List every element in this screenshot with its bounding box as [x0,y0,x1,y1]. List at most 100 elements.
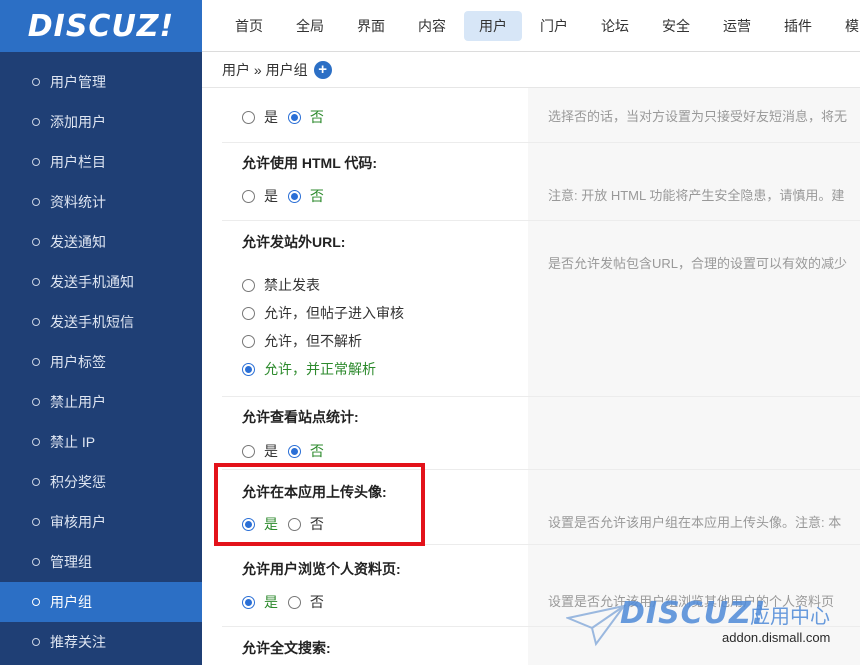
radio-allow-review[interactable]: 允许，但帖子进入审核 [242,303,404,323]
sidebar-item-send-mobile-notice[interactable]: 发送手机通知 [0,262,202,302]
sidebar-item-user-manage[interactable]: 用户管理 [0,62,202,102]
sidebar-menu: 用户管理 添加用户 用户栏目 资料统计 发送通知 发送手机通知 发送手机短信 用… [0,62,202,662]
sidebar-item-label: 积分奖惩 [50,474,106,490]
setting-row: 允许使用 HTML 代码: 是 否 注意: 开放 HTML 功能将产生安全隐患，… [222,143,860,220]
bullet-icon [32,518,40,526]
radio-button[interactable] [242,110,255,124]
radio-group: 是 否 [242,441,330,461]
sidebar-item-label: 发送通知 [50,234,106,250]
setting-description [528,397,860,469]
sidebar-item-label: 发送手机通知 [50,274,134,290]
radio-allow-noparse[interactable]: 允许，但不解析 [242,331,404,351]
radio-button[interactable] [242,278,255,292]
radio-yes[interactable]: 是 [242,441,278,461]
radio-no[interactable]: 否 [287,592,324,612]
sidebar-item-label: 用户标签 [50,354,106,370]
bullet-icon [32,358,40,366]
bullet-icon [32,78,40,86]
tab-home[interactable]: 首页 [220,11,278,41]
sidebar-item-user-tags[interactable]: 用户标签 [0,342,202,382]
tab-interface[interactable]: 界面 [342,11,400,41]
tab-forum[interactable]: 论坛 [586,11,644,41]
bullet-icon [32,598,40,606]
tab-plugins[interactable]: 插件 [769,11,827,41]
discuz-logo[interactable]: DISCUZ! [0,0,202,52]
radio-button[interactable] [242,189,255,203]
setting-row: 允许查看站点统计: 是 否 [222,397,860,469]
sidebar-item-recommend-follow[interactable]: 推荐关注 [0,622,202,662]
radio-allow-parse[interactable]: 允许，并正常解析 [242,359,404,379]
bullet-icon [32,438,40,446]
bullet-icon [32,398,40,406]
radio-yes[interactable]: 是 [242,514,278,534]
setting-label: 允许使用 HTML 代码: [242,155,378,171]
setting-label: 允许查看站点统计: [242,409,359,425]
radio-yes[interactable]: 是 [242,186,278,206]
radio-button[interactable] [287,517,301,531]
setting-description [528,627,860,665]
radio-button[interactable] [242,595,255,609]
tab-global[interactable]: 全局 [281,11,339,41]
bullet-icon [32,558,40,566]
radio-button[interactable] [287,444,301,458]
radio-group: 禁止发表 允许，但帖子进入审核 允许，但不解析 允许，并正常解析 [242,275,410,387]
sidebar-item-ban-ip[interactable]: 禁止 IP [0,422,202,462]
sidebar-item-user-fields[interactable]: 用户栏目 [0,142,202,182]
sidebar-item-user-groups[interactable]: 用户组 [0,582,202,622]
radio-button[interactable] [242,444,255,458]
bullet-icon [32,318,40,326]
tab-operations[interactable]: 运营 [708,11,766,41]
sidebar-item-send-notice[interactable]: 发送通知 [0,222,202,262]
sidebar-item-admin-groups[interactable]: 管理组 [0,542,202,582]
top-nav: 首页 全局 界面 内容 用户 门户 论坛 安全 运营 插件 模 [202,0,860,52]
radio-no[interactable]: 否 [287,441,324,461]
sidebar-item-credits[interactable]: 积分奖惩 [0,462,202,502]
setting-row: 是 否 选择否的话，当对方设置为只接受好友短消息，将无 [222,88,860,142]
bullet-icon [32,198,40,206]
sidebar-item-ban-user[interactable]: 禁止用户 [0,382,202,422]
radio-no[interactable]: 否 [287,186,324,206]
setting-label: 允许用户浏览个人资料页: [242,561,401,577]
bullet-icon [32,478,40,486]
radio-button[interactable] [242,362,255,376]
radio-no[interactable]: 否 [287,107,324,127]
logo-text: DISCUZ! [27,8,175,44]
sidebar-item-add-user[interactable]: 添加用户 [0,102,202,142]
sidebar-item-label: 审核用户 [50,514,106,530]
tab-portal[interactable]: 门户 [525,11,583,41]
bullet-icon [32,278,40,286]
breadcrumb: 用户 » 用户组 + [202,52,860,88]
radio-button[interactable] [242,306,255,320]
sidebar-item-moderate-users[interactable]: 审核用户 [0,502,202,542]
radio-button[interactable] [287,595,301,609]
tab-security[interactable]: 安全 [647,11,705,41]
tab-users[interactable]: 用户 [464,10,522,41]
plus-circle-icon[interactable]: + [313,60,332,79]
radio-button[interactable] [242,334,255,348]
setting-label: 允许全文搜索: [242,640,331,656]
sidebar-item-label: 资料统计 [50,194,106,210]
radio-button[interactable] [242,517,255,531]
radio-yes[interactable]: 是 [242,592,278,612]
sidebar-item-label: 用户栏目 [50,154,106,170]
setting-description: 设置是否允许该用户组浏览其他用户的个人资料页 [528,545,860,626]
radio-yes[interactable]: 是 [242,107,278,127]
tab-templates[interactable]: 模 [830,11,860,41]
setting-row: 允许用户浏览个人资料页: 是 否 设置是否允许该用户组浏览其他用户的个人资料页 [222,545,860,626]
radio-group: 是 否 [242,107,330,127]
tab-content[interactable]: 内容 [403,11,461,41]
sidebar: DISCUZ! 用户管理 添加用户 用户栏目 资料统计 发送通知 发送手机通知 … [0,0,202,665]
radio-no[interactable]: 否 [287,514,324,534]
sidebar-item-send-sms[interactable]: 发送手机短信 [0,302,202,342]
setting-row: 允许发站外URL: 禁止发表 允许，但帖子进入审核 允许，但不解析 允许，并正常… [222,221,860,396]
sidebar-item-profile-stats[interactable]: 资料统计 [0,182,202,222]
setting-description: 注意: 开放 HTML 功能将产生安全隐患，请慎用。建 [528,143,860,220]
radio-forbid[interactable]: 禁止发表 [242,275,404,295]
radio-button[interactable] [287,189,301,203]
bullet-icon [32,238,40,246]
radio-button[interactable] [287,110,301,124]
sidebar-item-label: 发送手机短信 [50,314,134,330]
setting-label: 允许在本应用上传头像: [242,484,387,500]
sidebar-item-label: 添加用户 [50,114,106,130]
sidebar-item-label: 禁止 IP [50,434,96,450]
